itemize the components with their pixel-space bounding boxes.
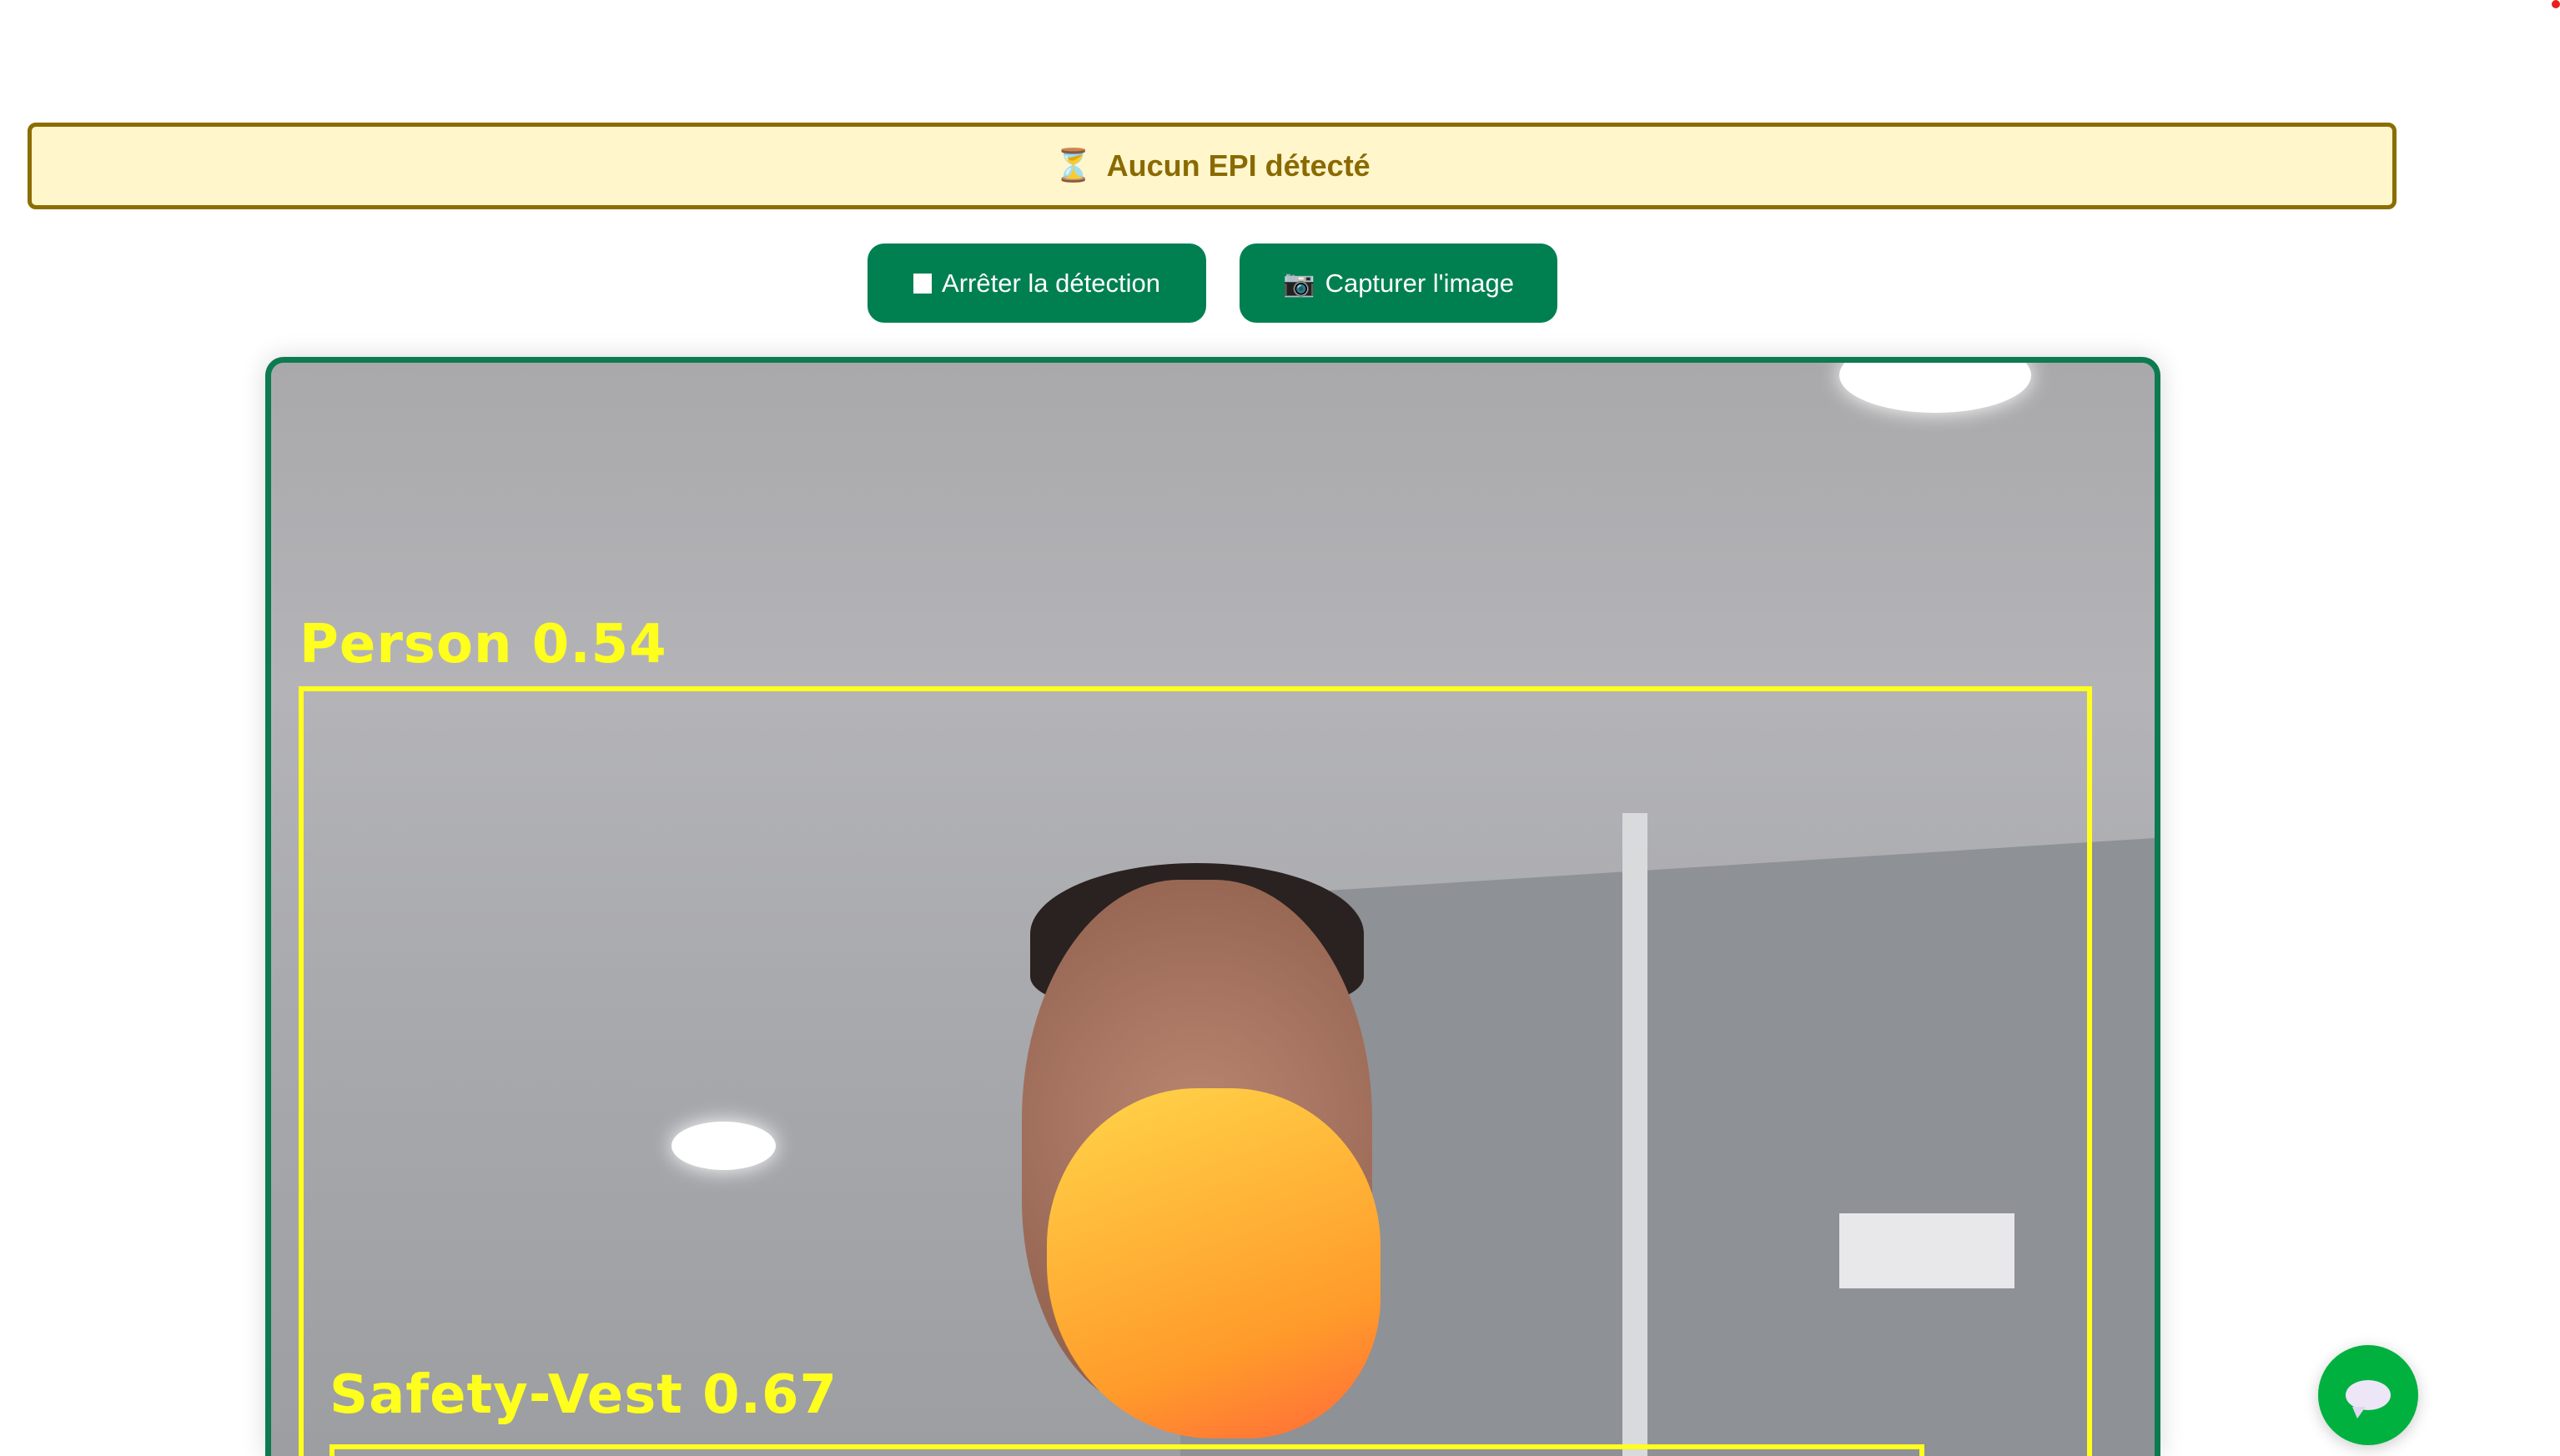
- capture-image-button[interactable]: 📷 Capturer l'image: [1240, 244, 1557, 323]
- stop-detection-label: Arrêter la détection: [942, 268, 1160, 298]
- speech-bubble-icon: [2346, 1380, 2391, 1418]
- hourglass-icon: ⏳: [1054, 148, 1094, 183]
- detection-label-person: Person 0.54: [299, 614, 667, 675]
- notification-dot: [2552, 0, 2560, 8]
- detection-box-person: [299, 686, 2092, 1456]
- camera-icon: 📷: [1282, 269, 1315, 298]
- status-banner: ⏳ Aucun EPI détecté: [28, 123, 2397, 209]
- capture-image-label: Capturer l'image: [1325, 268, 1515, 298]
- chat-button[interactable]: [2318, 1345, 2418, 1445]
- stop-square-icon: [913, 273, 933, 294]
- video-feed: Person 0.54 Safety-Vest 0.67: [265, 357, 2160, 1456]
- detection-box-safety-vest: [329, 1444, 1924, 1456]
- status-text: Aucun EPI détecté: [1106, 148, 1371, 183]
- ceiling-light: [1839, 363, 2031, 413]
- page: ⏳ Aucun EPI détecté Arrêter la détection…: [0, 0, 2560, 1456]
- detection-label-safety-vest: Safety-Vest 0.67: [329, 1364, 838, 1426]
- stop-detection-button[interactable]: Arrêter la détection: [868, 244, 1206, 323]
